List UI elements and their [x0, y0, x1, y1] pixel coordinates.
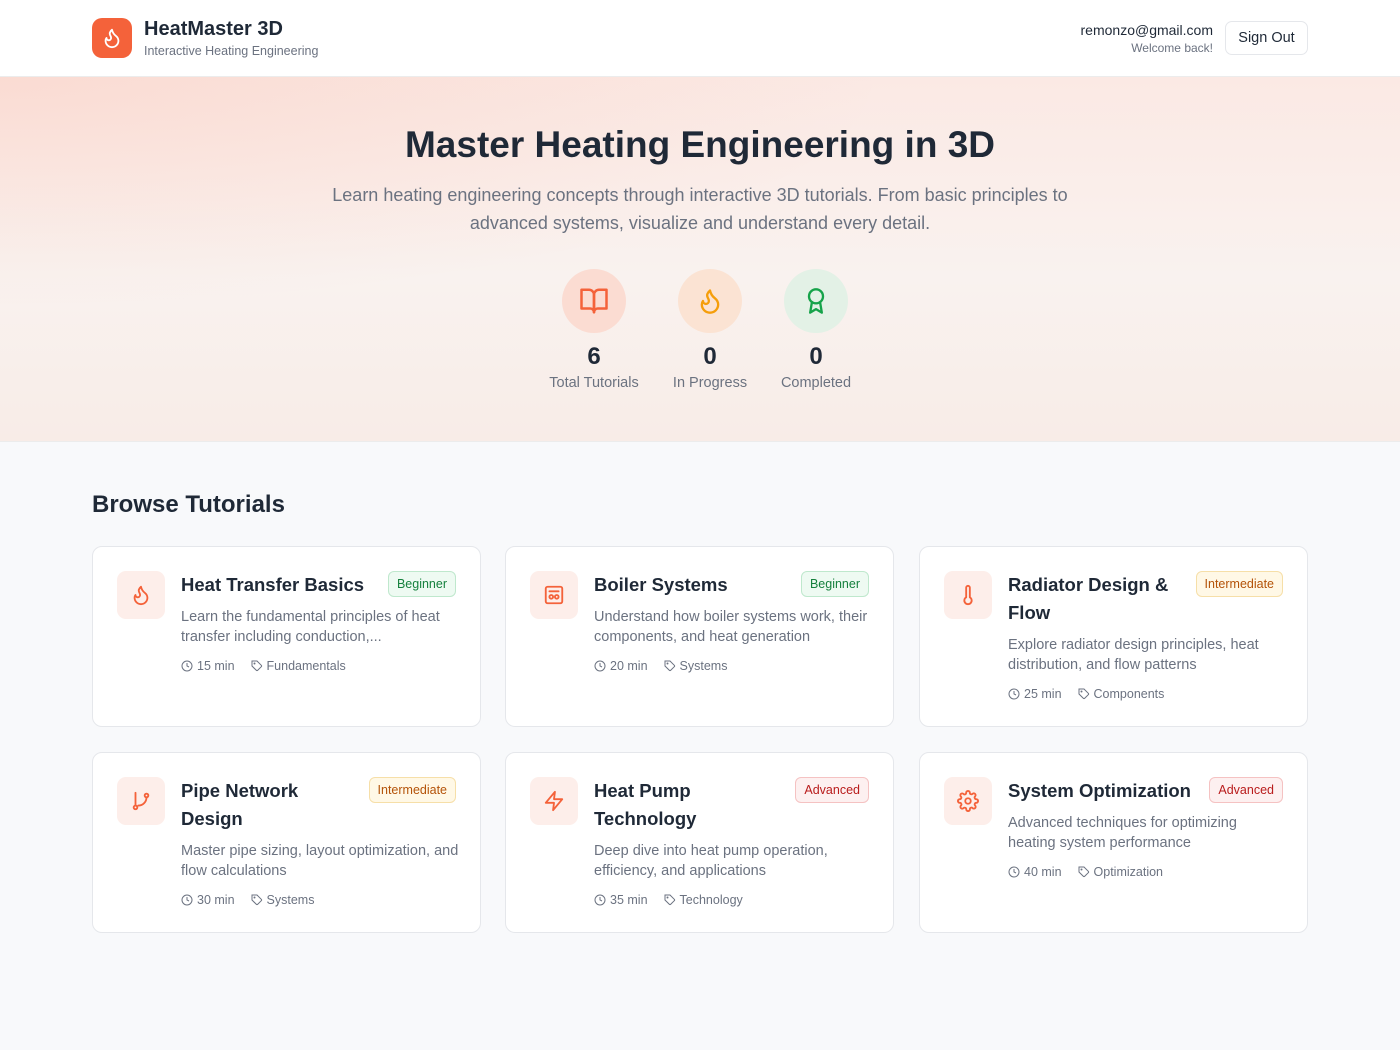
duration-text: 25 min — [1024, 687, 1062, 701]
section-title: Browse Tutorials — [92, 491, 285, 518]
tutorial-card[interactable]: Heat Pump Technology Advanced Deep dive … — [505, 752, 894, 933]
tag-icon — [664, 894, 675, 906]
tag-icon — [664, 660, 675, 672]
category: Technology — [664, 893, 743, 907]
tag-icon — [1078, 866, 1089, 878]
thermometer-icon — [944, 571, 992, 619]
tutorial-meta: 35 min Technology — [594, 893, 759, 907]
clock-icon — [1008, 688, 1020, 700]
tutorial-description: Explore radiator design principles, heat… — [1008, 637, 1259, 673]
hero-description: Learn heating engineering concepts throu… — [332, 185, 1068, 233]
category: Systems — [251, 893, 315, 907]
award-icon — [784, 269, 848, 333]
level-badge: Intermediate — [368, 777, 456, 803]
top-header: HeatMaster 3D Interactive Heating Engine… — [0, 0, 1400, 77]
tutorial-card[interactable]: Radiator Design & Flow Intermediate Expl… — [919, 546, 1308, 727]
user-email: remonzo@gmail.com — [1080, 22, 1213, 38]
tutorial-meta: 40 min Optimization — [1008, 865, 1179, 879]
tutorial-card[interactable]: Pipe Network Design Intermediate Master … — [92, 752, 481, 933]
stat-label: In Progress — [672, 375, 748, 391]
duration: 15 min — [181, 659, 235, 673]
level-badge: Intermediate — [1195, 571, 1283, 597]
duration-text: 30 min — [197, 893, 235, 907]
tutorial-card[interactable]: Heat Transfer Basics Beginner Learn the … — [92, 546, 481, 727]
duration-text: 15 min — [197, 659, 235, 673]
brand-title: HeatMaster 3D — [144, 18, 283, 40]
tutorial-description: Master pipe sizing, layout optimization,… — [181, 843, 459, 879]
category: Components — [1078, 687, 1165, 701]
tag-icon — [1078, 688, 1089, 700]
category-text: Optimization — [1093, 865, 1164, 879]
tutorial-description: Learn the fundamental principles of heat… — [181, 609, 440, 645]
tag-icon — [251, 894, 262, 906]
tutorial-meta: 30 min Systems — [181, 893, 330, 907]
sign-out-button[interactable]: Sign Out — [1225, 21, 1308, 55]
clock-icon — [594, 660, 606, 672]
tutorial-title: Heat Pump Technology — [594, 780, 697, 829]
category-text: Components — [1093, 687, 1165, 701]
flame-icon — [117, 571, 165, 619]
settings-icon — [944, 777, 992, 825]
brand-subtitle: Interactive Heating Engineering — [144, 44, 319, 58]
tutorial-title: Heat Transfer Basics — [181, 574, 365, 595]
tutorial-title: Radiator Design & Flow — [1008, 574, 1169, 623]
tutorial-title: Pipe Network Design — [181, 780, 299, 829]
duration: 25 min — [1008, 687, 1062, 701]
category: Fundamentals — [251, 659, 346, 673]
tutorial-meta: 20 min Systems — [594, 659, 743, 673]
git-branch-icon — [117, 777, 165, 825]
tutorial-description: Understand how boiler systems work, thei… — [594, 609, 868, 645]
category-text: Fundamentals — [266, 659, 346, 673]
stat-completed: 0 Completed — [761, 269, 871, 391]
stat-value: 0 — [809, 343, 823, 370]
duration: 35 min — [594, 893, 648, 907]
stat-value: 0 — [703, 343, 717, 370]
stat-value: 6 — [587, 343, 601, 370]
tutorial-card[interactable]: Boiler Systems Beginner Understand how b… — [505, 546, 894, 727]
stat-label: Completed — [780, 375, 852, 391]
welcome-text: Welcome back! — [1131, 41, 1213, 55]
flame-icon[interactable] — [92, 18, 132, 58]
level-badge: Beginner — [387, 571, 456, 597]
level-badge: Advanced — [795, 777, 869, 803]
stat-in-progress: 0 In Progress — [655, 269, 765, 391]
clock-icon — [594, 894, 606, 906]
tutorial-title: System Optimization — [1008, 780, 1191, 801]
stat-label: Total Tutorials — [549, 375, 639, 391]
tutorial-meta: 25 min Components — [1008, 687, 1180, 701]
stat-total-tutorials: 6 Total Tutorials — [539, 269, 649, 391]
zap-icon — [530, 777, 578, 825]
duration: 20 min — [594, 659, 648, 673]
category: Optimization — [1078, 865, 1163, 879]
category-text: Technology — [679, 893, 743, 907]
duration-text: 20 min — [610, 659, 648, 673]
tutorial-card[interactable]: System Optimization Advanced Advanced te… — [919, 752, 1308, 933]
tutorial-meta: 15 min Fundamentals — [181, 659, 362, 673]
hero-section: Master Heating Engineering in 3D Learn h… — [0, 77, 1400, 442]
hero-title: Master Heating Engineering in 3D — [404, 124, 996, 165]
tag-icon — [251, 660, 262, 672]
tutorial-description: Advanced techniques for optimizing heati… — [1008, 815, 1237, 851]
duration: 30 min — [181, 893, 235, 907]
tutorial-description: Deep dive into heat pump operation, effi… — [594, 843, 828, 879]
clock-icon — [1008, 866, 1020, 878]
duration-text: 40 min — [1024, 865, 1062, 879]
category-text: Systems — [679, 659, 728, 673]
level-badge: Beginner — [800, 571, 869, 597]
category-text: Systems — [266, 893, 315, 907]
duration-text: 35 min — [610, 893, 648, 907]
book-open-icon — [562, 269, 626, 333]
clock-icon — [181, 894, 193, 906]
duration: 40 min — [1008, 865, 1062, 879]
boiler-icon — [530, 571, 578, 619]
level-badge: Advanced — [1209, 777, 1283, 803]
category: Systems — [664, 659, 728, 673]
tutorial-title: Boiler Systems — [594, 574, 728, 595]
clock-icon — [181, 660, 193, 672]
flame-icon — [678, 269, 742, 333]
